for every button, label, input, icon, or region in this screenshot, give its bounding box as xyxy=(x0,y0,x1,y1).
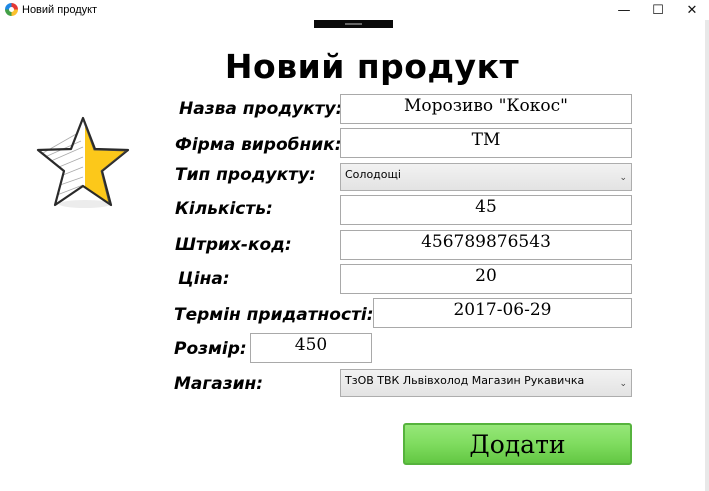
barcode-input[interactable]: 456789876543 xyxy=(340,230,632,260)
manufacturer-input[interactable]: ТМ xyxy=(340,128,632,158)
size-label: Розмір: xyxy=(174,339,247,359)
window-edge xyxy=(705,20,709,491)
add-button[interactable]: Додати xyxy=(403,423,632,465)
app-logo-icon xyxy=(5,3,18,16)
window-title: Новий продукт xyxy=(22,4,98,16)
quantity-label: Кількість: xyxy=(175,199,273,219)
title-bar xyxy=(0,0,709,20)
page-title: Новий продукт xyxy=(224,47,520,86)
store-select[interactable]: ТзОВ ТВК Львівхолод Магазин Рукавичка ⌄ xyxy=(340,369,632,397)
price-label: Ціна: xyxy=(178,269,230,289)
product-type-label: Тип продукту: xyxy=(175,165,316,185)
maximize-button[interactable]: ☐ xyxy=(643,0,673,20)
barcode-label: Штрих-код: xyxy=(175,235,292,255)
product-type-selected: Солодощі xyxy=(345,168,401,181)
price-input[interactable]: 20 xyxy=(340,264,632,294)
chevron-down-icon: ⌄ xyxy=(619,379,627,389)
star-icon xyxy=(33,113,131,209)
expiry-date-label: Термін придатності: xyxy=(174,305,374,325)
product-type-select[interactable]: Солодощі ⌄ xyxy=(340,163,632,191)
close-button[interactable]: ✕ xyxy=(677,0,707,20)
store-selected: ТзОВ ТВК Львівхолод Магазин Рукавичка xyxy=(345,374,585,387)
manufacturer-label: Фірма виробник: xyxy=(175,135,342,155)
minimize-button[interactable]: — xyxy=(609,0,639,20)
size-input[interactable]: 450 xyxy=(250,333,372,363)
quantity-input[interactable]: 45 xyxy=(340,195,632,225)
expiry-date-input[interactable]: 2017-06-29 xyxy=(373,298,632,328)
product-name-input[interactable]: Морозиво "Кокос" xyxy=(340,94,632,124)
chevron-down-icon: ⌄ xyxy=(619,173,627,183)
drag-handle[interactable] xyxy=(314,20,393,28)
product-name-label: Назва продукту: xyxy=(179,99,343,119)
store-label: Магазин: xyxy=(174,374,264,394)
